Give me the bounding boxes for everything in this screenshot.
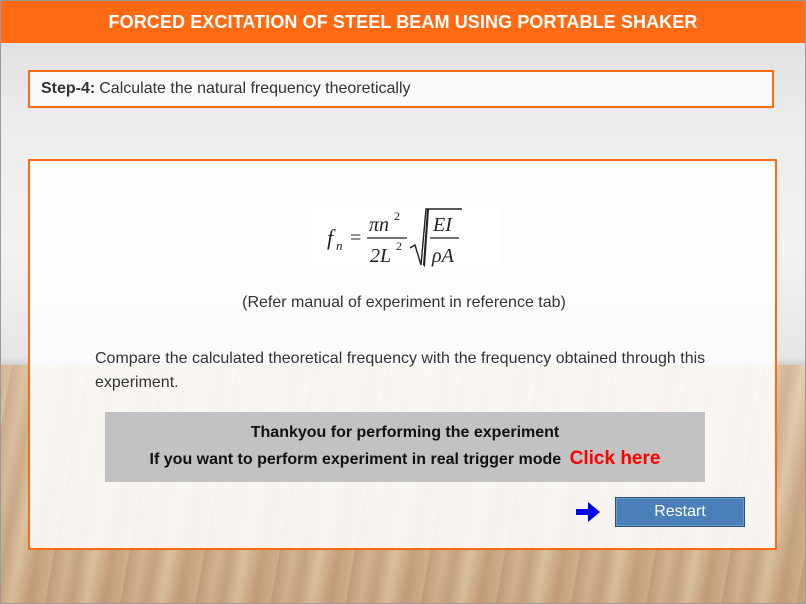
step-instruction-box: Step-4: Calculate the natural frequency … xyxy=(28,70,774,108)
real-mode-prompt: If you want to perform experiment in rea… xyxy=(149,451,562,468)
restart-button[interactable]: Restart xyxy=(615,497,745,527)
formula-denominator: 2L xyxy=(370,245,391,267)
formula-lhs-sub: n xyxy=(336,238,343,253)
thanks-message: Thankyou for performing the experiment xyxy=(250,424,560,441)
formula-numerator-exp: 2 xyxy=(394,209,400,223)
formula-denominator-exp: 2 xyxy=(396,239,402,253)
formula-root-numerator: EI xyxy=(432,214,453,236)
real-mode-line: If you want to perform experiment in rea… xyxy=(150,448,661,470)
page-title: FORCED EXCITATION OF STEEL BEAM USING PO… xyxy=(108,11,698,32)
completion-message-box: Thankyou for performing the experiment I… xyxy=(105,412,705,482)
natural-frequency-formula: f n = πn 2 2L 2 EI ρA xyxy=(327,208,462,267)
formula-root-denominator: ρA xyxy=(431,245,455,267)
formula-numerator: πn xyxy=(369,214,389,236)
app-window: FORCED EXCITATION OF STEEL BEAM USING PO… xyxy=(0,0,806,604)
formula-lhs: f xyxy=(327,225,336,250)
step-text: Calculate the natural frequency theoreti… xyxy=(99,80,411,97)
title-bar: FORCED EXCITATION OF STEEL BEAM USING PO… xyxy=(1,1,805,43)
step-label: Step-4: xyxy=(41,80,96,97)
click-here-link[interactable]: Click here xyxy=(570,448,661,469)
formula-equals: = xyxy=(350,227,361,249)
restart-button-label: Restart xyxy=(654,503,706,520)
compare-instruction: Compare the calculated theoretical frequ… xyxy=(95,350,706,391)
arrow-right-icon xyxy=(576,502,600,522)
reference-note: (Refer manual of experiment in reference… xyxy=(242,294,566,311)
formula-image: f n = πn 2 2L 2 EI ρA xyxy=(305,201,501,271)
